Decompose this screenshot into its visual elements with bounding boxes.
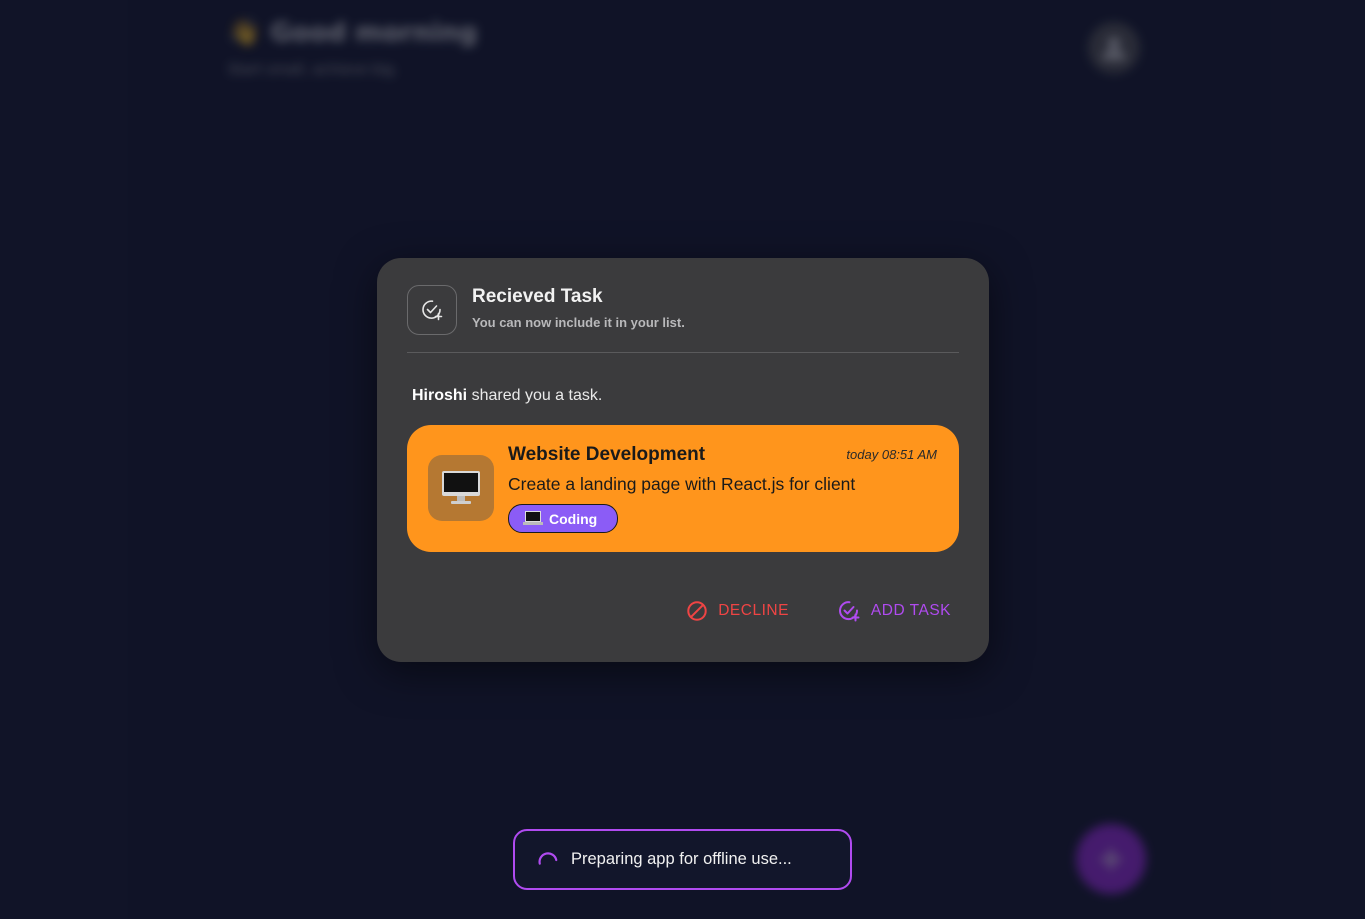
sender-name: Hiroshi [412, 387, 468, 404]
dialog-subtitle: You can now include it in your list. [472, 315, 685, 330]
task-description: Create a landing page with React.js for … [508, 474, 856, 494]
received-task-dialog: Recieved Task You can now include it in … [377, 258, 989, 662]
task-card: Website Development today 08:51 AM Creat… [407, 425, 959, 552]
shared-text: shared you a task. [467, 387, 603, 404]
add-task-label: ADD TASK [870, 602, 951, 619]
shared-message: Hiroshi shared you a task. [412, 387, 602, 405]
block-icon [687, 601, 707, 621]
offline-toast: Preparing app for offline use... [513, 829, 852, 890]
dialog-header: Recieved Task You can now include it in … [407, 285, 959, 353]
desktop-computer-icon [442, 471, 480, 504]
add-task-button[interactable]: ADD TASK [837, 599, 951, 623]
task-date: today 08:51 AM [846, 447, 937, 462]
laptop-icon [523, 511, 543, 525]
decline-button[interactable]: DECLINE [686, 600, 789, 622]
task-category-chip: Coding [508, 504, 618, 533]
dialog-title: Recieved Task [472, 286, 603, 307]
dialog-actions: DECLINE ADD TASK [686, 599, 951, 623]
loading-spinner-icon [538, 851, 558, 865]
offline-toast-text: Preparing app for offline use... [571, 850, 792, 868]
decline-label: DECLINE [718, 602, 789, 619]
task-emoji [428, 455, 494, 521]
task-name: Website Development [508, 444, 706, 465]
add-task-icon [407, 285, 457, 335]
task-category-label: Coding [549, 510, 598, 527]
add-task-check-icon [838, 601, 860, 622]
